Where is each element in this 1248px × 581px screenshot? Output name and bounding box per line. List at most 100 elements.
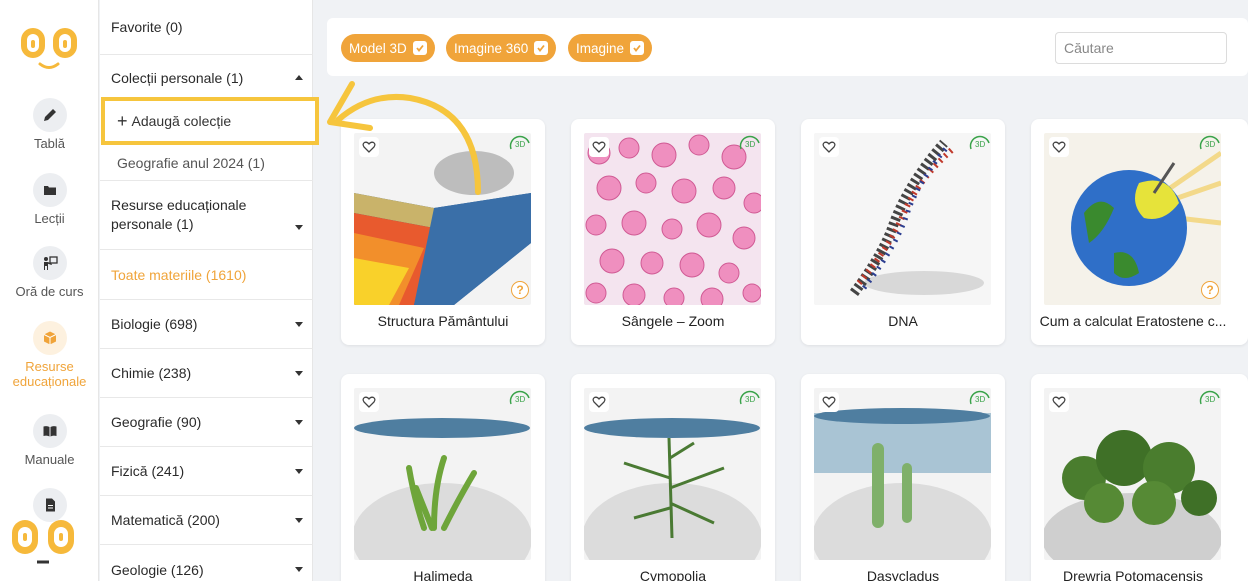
- card-title: Cum a calculat Eratostene c...: [1039, 313, 1227, 329]
- model-3d-icon: 3D: [739, 135, 760, 150]
- card-title: Drewria Potomacensis: [1062, 568, 1204, 581]
- favorites-item[interactable]: Favorite (0): [100, 0, 313, 55]
- subject-label: Chimie (238): [111, 365, 192, 381]
- rail-item-board[interactable]: Tablă: [0, 98, 99, 151]
- card-title: Cymopolia: [639, 568, 707, 581]
- chevron-down-icon: [295, 321, 303, 327]
- favorite-heart-icon[interactable]: [589, 392, 609, 412]
- favorite-heart-icon[interactable]: [1049, 137, 1069, 157]
- resource-card[interactable]: 3D Dasycladus: [801, 374, 1005, 581]
- card-thumbnail: [584, 388, 761, 560]
- rail-item-lessons[interactable]: Lecții: [0, 173, 99, 226]
- card-thumbnail: [814, 388, 991, 560]
- card-title: Halimeda: [413, 568, 473, 581]
- resource-card[interactable]: 3D DNA: [801, 119, 1005, 345]
- help-icon[interactable]: ?: [511, 281, 529, 299]
- chip-label: Imagine: [576, 40, 625, 56]
- card-thumbnail: [1044, 133, 1221, 305]
- favorite-heart-icon[interactable]: [819, 392, 839, 412]
- personal-collections-toggle[interactable]: Colecții personale (1): [100, 55, 313, 100]
- chevron-down-icon: [295, 370, 303, 376]
- model-3d-icon: 3D: [969, 135, 990, 150]
- app-rail: Tablă Lecții Oră de curs Resurse educați…: [0, 0, 99, 581]
- resource-card[interactable]: 3D ? Cum a calculat Eratostene c...: [1031, 119, 1248, 345]
- rail-item-label: Tablă: [33, 136, 66, 151]
- card-title: Sângele – Zoom: [621, 313, 725, 329]
- filter-chip-model3d[interactable]: Model 3D: [341, 34, 435, 62]
- subject-item-chemistry[interactable]: Chimie (238): [100, 349, 313, 398]
- subject-label: Fizică (241): [111, 463, 185, 479]
- card-thumbnail: [814, 133, 991, 305]
- svg-text:3D: 3D: [745, 395, 755, 404]
- subject-item-geology[interactable]: Geologie (126): [100, 545, 313, 581]
- svg-text:3D: 3D: [745, 140, 755, 149]
- collection-item-label: Geografie anul 2024 (1): [117, 155, 265, 171]
- model-3d-icon: 3D: [1199, 390, 1220, 405]
- filter-chip-image[interactable]: Imagine: [568, 34, 653, 62]
- rail-item-label: Lecții: [34, 211, 65, 226]
- search-input[interactable]: [1055, 32, 1227, 64]
- add-collection-button[interactable]: + Adaugă colecție: [101, 97, 319, 145]
- help-icon[interactable]: ?: [1201, 281, 1219, 299]
- subject-item-biology[interactable]: Biologie (698): [100, 300, 313, 349]
- chevron-down-icon: [295, 517, 303, 523]
- card-thumbnail: [584, 133, 761, 305]
- rail-item-label: Manuale: [24, 452, 75, 467]
- all-materials-item[interactable]: Toate materiile (1610): [100, 250, 313, 300]
- resource-card[interactable]: 3D Drewria Potomacensis: [1031, 374, 1248, 581]
- rail-item-label: Oră de curs: [15, 284, 84, 299]
- chevron-down-icon: [295, 567, 303, 572]
- model-3d-icon: 3D: [969, 390, 990, 405]
- rail-item-label: Resurse educaționale: [12, 359, 87, 389]
- subject-label: Geologie (126): [111, 561, 204, 578]
- favorites-label: Favorite (0): [111, 19, 183, 35]
- rail-item-resources[interactable]: Resurse educaționale: [0, 321, 99, 389]
- plus-icon: +: [117, 110, 128, 131]
- personal-collections-label: Colecții personale (1): [111, 69, 244, 86]
- checkbox-icon: [412, 41, 427, 55]
- svg-text:3D: 3D: [975, 395, 985, 404]
- app-logo-bottom: [12, 520, 74, 564]
- subject-label: Matematică (200): [111, 512, 220, 528]
- svg-text:3D: 3D: [1205, 140, 1215, 149]
- filter-bar: Model 3D Imagine 360 Imagine: [327, 18, 1248, 76]
- subject-label: Geografie (90): [111, 414, 202, 430]
- card-title: DNA: [888, 313, 918, 329]
- book-icon: [32, 414, 67, 448]
- svg-text:3D: 3D: [515, 140, 525, 149]
- card-title: Dasycladus: [866, 568, 940, 581]
- category-sidebar: Favorite (0) Colecții personale (1) Geog…: [100, 0, 313, 581]
- subject-item-physics[interactable]: Fizică (241): [100, 447, 313, 496]
- resource-card[interactable]: 3D Sângele – Zoom: [571, 119, 775, 345]
- pencil-icon: [32, 98, 67, 132]
- checkbox-icon: [630, 41, 645, 55]
- model-3d-icon: 3D: [739, 390, 760, 405]
- favorite-heart-icon[interactable]: [819, 137, 839, 157]
- personal-resources-label: Resurse educaționale personale (1): [111, 197, 247, 232]
- subject-item-geography[interactable]: Geografie (90): [100, 398, 313, 447]
- cube-icon: [32, 321, 67, 355]
- folder-icon: [32, 173, 67, 207]
- chevron-down-icon: [295, 468, 303, 474]
- resource-card[interactable]: 3D Halimeda: [341, 374, 545, 581]
- rail-item-class-hour[interactable]: Oră de curs: [0, 246, 99, 299]
- subject-item-math[interactable]: Matematică (200): [100, 496, 313, 545]
- favorite-heart-icon[interactable]: [359, 392, 379, 412]
- app-logo[interactable]: [18, 24, 82, 74]
- collection-item[interactable]: Geografie anul 2024 (1): [100, 146, 313, 180]
- personal-resources-toggle[interactable]: Resurse educaționale personale (1): [100, 180, 313, 250]
- svg-text:3D: 3D: [1205, 395, 1215, 404]
- model-3d-icon: 3D: [1199, 135, 1220, 150]
- svg-text:3D: 3D: [975, 140, 985, 149]
- favorite-heart-icon[interactable]: [1049, 392, 1069, 412]
- subject-label: Biologie (698): [111, 316, 198, 332]
- checkbox-icon: [534, 41, 549, 55]
- teacher-icon: [32, 246, 67, 280]
- card-title: Structura Pământului: [377, 313, 509, 329]
- favorite-heart-icon[interactable]: [589, 137, 609, 157]
- model-3d-icon: 3D: [509, 390, 530, 405]
- rail-item-manuals[interactable]: Manuale: [0, 414, 99, 467]
- resource-card[interactable]: 3D Cymopolia: [571, 374, 775, 581]
- card-thumbnail: [1044, 388, 1221, 560]
- filter-chip-image360[interactable]: Imagine 360: [446, 34, 557, 62]
